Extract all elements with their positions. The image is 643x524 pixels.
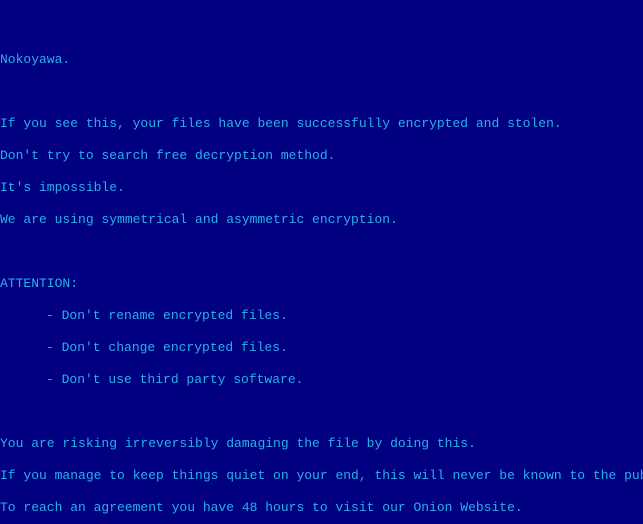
warning-line-1: You are risking irreversibly damaging th… [0, 436, 643, 452]
attention-item-2: - Don't change encrypted files. [0, 340, 643, 356]
intro-line-3: It's impossible. [0, 180, 643, 196]
blank-line [0, 84, 643, 100]
intro-line-1: If you see this, your files have been su… [0, 116, 643, 132]
intro-line-2: Don't try to search free decryption meth… [0, 148, 643, 164]
attention-item-1: - Don't rename encrypted files. [0, 308, 643, 324]
attention-header: ATTENTION: [0, 276, 643, 292]
attention-item-3: - Don't use third party software. [0, 372, 643, 388]
blank-line [0, 404, 643, 420]
blank-line [0, 244, 643, 260]
warning-line-2: If you manage to keep things quiet on yo… [0, 468, 643, 484]
intro-line-4: We are using symmetrical and asymmetric … [0, 212, 643, 228]
warning-line-3: To reach an agreement you have 48 hours … [0, 500, 643, 516]
note-title: Nokoyawa. [0, 52, 643, 68]
